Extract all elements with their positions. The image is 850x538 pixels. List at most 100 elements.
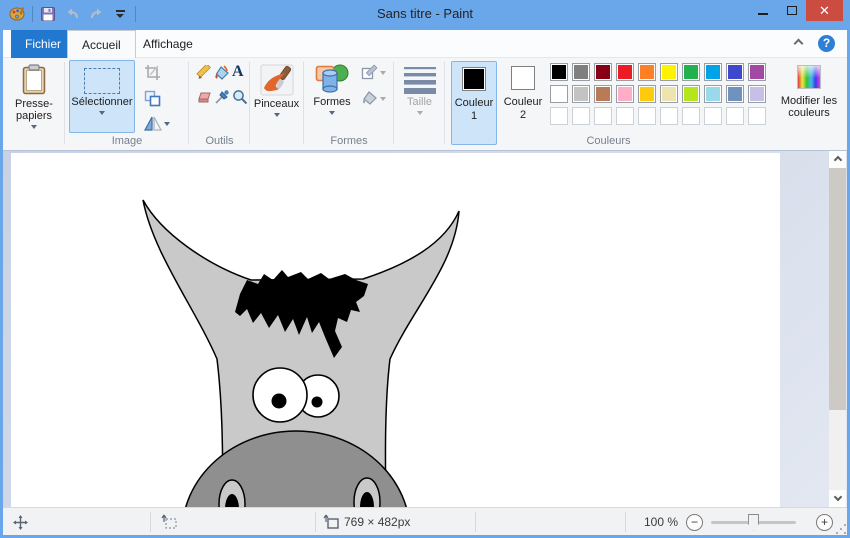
clipboard-icon [21, 64, 47, 96]
chevron-down-icon [164, 122, 170, 126]
select-button[interactable]: Sélectionner [69, 60, 135, 133]
minimize-ribbon-icon[interactable] [791, 37, 805, 49]
palette-swatch-empty[interactable] [726, 107, 744, 125]
edit-colors-button[interactable]: Modifier les couleurs [774, 61, 844, 145]
brush-icon [260, 64, 294, 96]
zoom-slider-thumb[interactable] [748, 514, 759, 531]
scroll-up-button[interactable] [829, 151, 846, 168]
selection-size-indicator [161, 508, 177, 536]
clipboard-button[interactable]: Presse-papiers [8, 60, 60, 146]
magnifier-button[interactable] [232, 89, 248, 105]
zoom-slider[interactable] [711, 521, 796, 524]
resize-grip[interactable] [840, 528, 842, 530]
pencil-button[interactable] [196, 65, 212, 81]
color2-label: Couleur 2 [501, 96, 545, 122]
tab-accueil[interactable]: Accueil [67, 30, 136, 58]
donkey-pupil-right [312, 397, 323, 408]
palette-swatch-empty[interactable] [748, 107, 766, 125]
eraser-button[interactable] [196, 90, 213, 105]
palette-swatch[interactable] [550, 85, 568, 103]
maximize-button[interactable] [777, 0, 806, 21]
cursor-position-indicator [13, 508, 28, 536]
window-controls: ✕ [748, 0, 843, 21]
group-outils: A Outils [190, 58, 249, 150]
separator [315, 512, 316, 532]
color-palette-row2 [550, 85, 770, 107]
chevron-down-icon [99, 111, 105, 115]
size-button[interactable]: Taille [397, 60, 442, 146]
image-size-indicator: 769 × 482px [323, 508, 410, 536]
shape-outline-button[interactable] [361, 64, 386, 80]
separator [249, 62, 250, 144]
group-presse-papiers: Presse-papiers [5, 58, 64, 150]
palette-swatch[interactable] [682, 85, 700, 103]
palette-swatch[interactable] [660, 63, 678, 81]
palette-swatch[interactable] [572, 63, 590, 81]
palette-swatch-empty[interactable] [660, 107, 678, 125]
line-size-icon [403, 64, 437, 94]
donkey-pupil-left [272, 394, 287, 409]
palette-swatch-empty[interactable] [682, 107, 700, 125]
palette-swatch-empty[interactable] [616, 107, 634, 125]
palette-swatch[interactable] [638, 63, 656, 81]
palette-swatch[interactable] [594, 85, 612, 103]
palette-swatch[interactable] [748, 85, 766, 103]
tab-affichage[interactable]: Affichage [129, 30, 207, 58]
chevron-down-icon [31, 125, 37, 129]
palette-swatch-empty[interactable] [704, 107, 722, 125]
resize-button[interactable] [144, 90, 161, 107]
fill-button[interactable] [214, 65, 231, 81]
palette-swatch[interactable] [704, 85, 722, 103]
palette-swatch[interactable] [572, 85, 590, 103]
palette-swatch[interactable] [682, 63, 700, 81]
palette-swatch-empty[interactable] [638, 107, 656, 125]
group-pinceaux: Pinceaux [251, 58, 302, 150]
rotate-button[interactable] [144, 115, 170, 132]
edit-colors-label: Modifier les couleurs [775, 95, 843, 119]
shapes-button[interactable]: Formes [309, 60, 355, 133]
palette-swatch[interactable] [660, 85, 678, 103]
palette-swatch[interactable] [726, 63, 744, 81]
palette-swatch-empty[interactable] [594, 107, 612, 125]
color2-button[interactable]: Couleur 2 [501, 61, 545, 145]
chevron-down-icon [417, 111, 423, 115]
palette-swatch-empty[interactable] [550, 107, 568, 125]
palette-swatch[interactable] [704, 63, 722, 81]
crop-button[interactable] [144, 64, 161, 81]
palette-swatch[interactable] [594, 63, 612, 81]
color-picker-button[interactable] [214, 89, 230, 105]
minimize-button[interactable] [748, 0, 777, 21]
palette-swatch[interactable] [616, 85, 634, 103]
text-tool-button[interactable]: A [232, 63, 244, 81]
palette-swatch[interactable] [638, 85, 656, 103]
palette-swatch[interactable] [726, 85, 744, 103]
separator [303, 62, 304, 144]
color1-swatch [462, 67, 486, 91]
zoom-in-button[interactable]: + [816, 514, 833, 531]
palette-swatch[interactable] [550, 63, 568, 81]
scroll-down-button[interactable] [829, 490, 846, 507]
drawing-canvas[interactable] [11, 153, 780, 507]
title-bar: Sans titre - Paint ✕ [0, 0, 850, 30]
brushes-button-label: Pinceaux [254, 98, 299, 110]
brushes-button[interactable]: Pinceaux [253, 60, 300, 146]
palette-swatch[interactable] [616, 63, 634, 81]
separator [188, 62, 189, 144]
vertical-scrollbar[interactable] [829, 151, 846, 507]
palette-swatch-empty[interactable] [572, 107, 590, 125]
selection-size-icon [161, 514, 177, 530]
shape-fill-button[interactable] [361, 90, 386, 106]
select-rectangle-icon [84, 68, 120, 94]
eyedropper-icon [214, 89, 230, 105]
color1-label: Couleur 1 [452, 97, 496, 123]
zoom-controls: 100 % − + [644, 508, 833, 536]
close-button[interactable]: ✕ [806, 0, 843, 21]
eraser-icon [196, 90, 213, 105]
zoom-out-button[interactable]: − [686, 514, 703, 531]
chevron-down-icon [274, 113, 280, 117]
tab-fichier[interactable]: Fichier [11, 30, 75, 58]
palette-swatch[interactable] [748, 63, 766, 81]
scrollbar-thumb[interactable] [829, 168, 846, 410]
color1-button[interactable]: Couleur 1 [451, 61, 497, 145]
help-icon[interactable]: ? [818, 35, 835, 52]
